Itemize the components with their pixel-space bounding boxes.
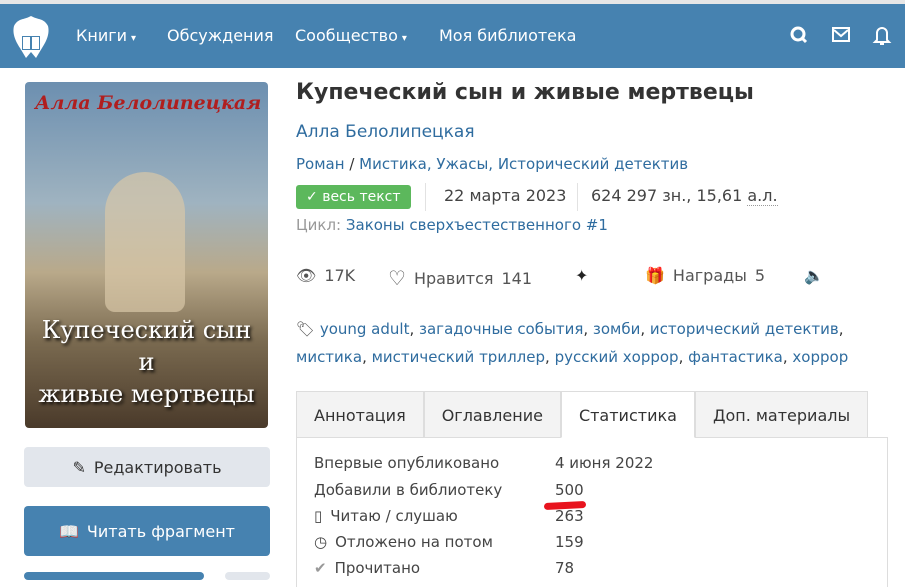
awards-label: Награды (672, 266, 747, 285)
size-unit[interactable]: а.л. (747, 186, 778, 206)
eye-icon: 👁 (296, 266, 317, 285)
sparkles-icon[interactable]: ✦ (575, 266, 588, 285)
nav-discussions[interactable]: Обсуждения (167, 26, 274, 45)
stat-value: 500 (555, 481, 584, 499)
like-button[interactable]: ♡ Нравится 141 (388, 266, 532, 290)
nav-books[interactable]: Книги ▾ (76, 26, 136, 45)
double-check-icon: ✔ (314, 559, 327, 577)
stat-value: 159 (555, 533, 584, 551)
stat-label: Читаю / слушаю (330, 507, 458, 525)
nav-community[interactable]: Сообщество ▾ (295, 26, 407, 45)
stat-value: 263 (555, 507, 584, 525)
navbar: Книги ▾ Обсуждения Сообщество ▾ Моя библио… (0, 4, 905, 68)
tag-icon: 🏷 (296, 320, 316, 338)
tag[interactable]: загадочные события (419, 320, 583, 338)
likes-count: 141 (501, 268, 533, 288)
read-label: Читать фрагмент (86, 521, 235, 541)
form-link[interactable]: Роман (296, 155, 345, 173)
awards-count: 5 (754, 266, 766, 285)
tag[interactable]: мистика (296, 348, 362, 366)
open-book-icon: 📖 (59, 521, 79, 541)
awards-button[interactable]: 🎁 Награды 5 (645, 266, 765, 285)
likes-label: Нравится (413, 268, 494, 288)
clock-icon: ◷ (314, 533, 328, 551)
cycle-label: Цикл: (296, 216, 342, 234)
read-fragment-button[interactable]: 📖 Читать фрагмент (24, 506, 270, 556)
tag[interactable]: мистический триллер (372, 348, 545, 366)
cover-title-line: и (138, 348, 155, 376)
pencil-icon: ✎ (72, 457, 86, 477)
stat-row-later: ◷ Отложено на потом (314, 533, 493, 551)
edit-button[interactable]: ✎ Редактировать (24, 447, 270, 487)
divider (425, 183, 426, 211)
genres: Роман / Мистика, Ужасы, Исторический дет… (296, 155, 689, 173)
tag[interactable]: хоррор (792, 348, 848, 366)
stat-row-reading: ▯ Читаю / слушаю (314, 507, 458, 525)
genres-link[interactable]: Мистика, Ужасы, Исторический детектив (359, 155, 688, 173)
stat-label: Впервые опубликовано (314, 454, 500, 472)
cover-title: Купеческий сын и живые мертвецы (25, 314, 268, 410)
bell-icon[interactable] (872, 24, 892, 46)
publish-date: 22 марта 2023 (444, 186, 567, 205)
cover-illustration (105, 172, 185, 312)
cover-title-line: Купеческий сын (41, 316, 252, 344)
book-size: 624 297 зн., 15,61 а.л. (591, 186, 778, 206)
chevron-down-icon: ▾ (401, 33, 407, 44)
tag[interactable]: русский хоррор (555, 348, 679, 366)
stat-value: 4 июня 2022 (555, 454, 654, 472)
stat-label: Прочитано (334, 559, 421, 577)
tab-contents[interactable]: Оглавление (423, 391, 561, 438)
mail-icon[interactable] (831, 24, 851, 46)
edit-label: Редактировать (93, 457, 222, 477)
chevron-down-icon: ▾ (131, 33, 137, 44)
tab-statistics[interactable]: Статистика (560, 391, 695, 438)
stat-value: 78 (555, 559, 575, 577)
book-cover[interactable]: Алла Белолипецкая Купеческий сын и живые… (25, 82, 268, 428)
nav-books-label: Книги (76, 26, 128, 45)
stat-label: Добавили в библиотеку (314, 481, 503, 499)
status-badge-label: весь текст (322, 189, 401, 205)
tag[interactable]: зомби (593, 320, 640, 338)
audio-icon[interactable]: 🔈 (804, 266, 824, 285)
partial-button[interactable] (24, 572, 204, 580)
nav-my-library[interactable]: Моя библиотека (439, 26, 576, 45)
views: 👁 17K (296, 266, 355, 285)
cover-author: Алла Белолипецкая (35, 92, 262, 114)
cycle: Цикл: Законы сверхъестественного #1 (296, 216, 608, 234)
tab-annotation[interactable]: Аннотация (296, 391, 424, 438)
bookmark-icon: ▯ (314, 507, 323, 525)
stat-row-read: ✔ Прочитано (314, 559, 420, 577)
gift-icon: 🎁 (645, 266, 665, 285)
tag[interactable]: young adult (320, 320, 410, 338)
views-count: 17K (324, 266, 356, 285)
author-link[interactable]: Алла Белолипецкая (296, 122, 475, 142)
cycle-link[interactable]: Законы сверхъестественного #1 (346, 216, 608, 234)
nav-community-label: Сообщество (295, 26, 398, 45)
tag[interactable]: фантастика (688, 348, 783, 366)
tag[interactable]: исторический детектив (650, 320, 839, 338)
book-title: Купеческий сын и живые мертвецы (296, 80, 754, 105)
stat-label: Отложено на потом (335, 533, 493, 551)
tags-list: 🏷 young adult, загадочные события, зомби… (296, 320, 849, 366)
size-value: 624 297 зн., 15,61 (591, 186, 743, 205)
heart-icon: ♡ (388, 266, 406, 290)
cover-title-line: живые мертвецы (38, 380, 255, 408)
status-badge: ✓ весь текст (296, 185, 411, 209)
divider (577, 183, 578, 211)
tab-extra-materials[interactable]: Доп. материалы (694, 391, 869, 438)
partial-button[interactable] (225, 572, 270, 580)
site-logo-icon[interactable] (6, 12, 56, 62)
tabs: Аннотация Оглавление Статистика Доп. мат… (296, 391, 869, 438)
search-icon[interactable] (789, 24, 809, 46)
